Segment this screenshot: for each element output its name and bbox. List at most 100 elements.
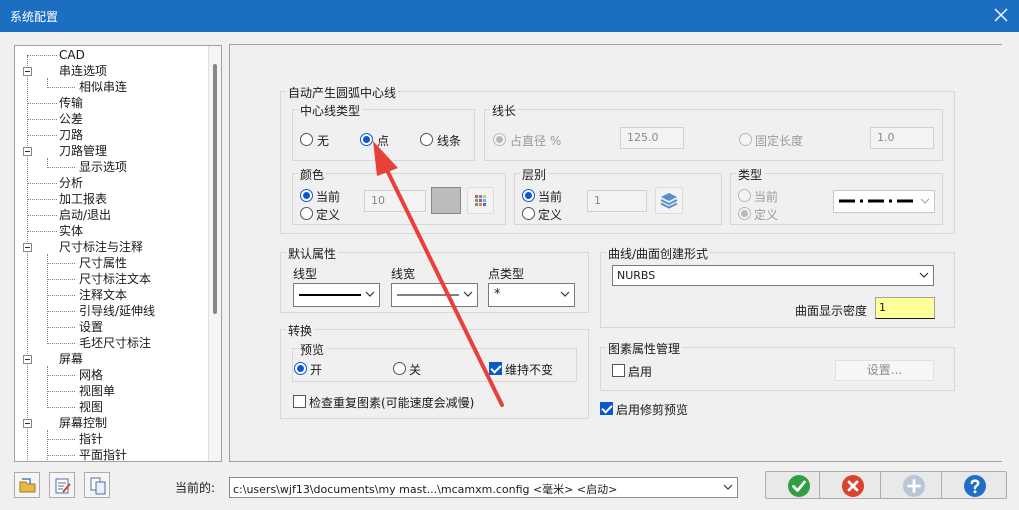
- tree-item-tolerance[interactable]: 公差: [59, 111, 83, 127]
- surface-creation-title: 曲线/曲面创建形式: [606, 245, 711, 262]
- open-config-button[interactable]: [14, 472, 40, 498]
- tree-item-toolpath-manager[interactable]: 刀路管理: [59, 143, 107, 159]
- tree-item-dim-text[interactable]: 尺寸标注文本: [79, 271, 151, 287]
- cancel-button[interactable]: [819, 471, 885, 499]
- collapse-toggle[interactable]: [23, 67, 32, 76]
- preview-on-radio[interactable]: [294, 362, 307, 375]
- merge-config-button[interactable]: [84, 472, 110, 498]
- tree-item-settings[interactable]: 设置: [79, 319, 103, 335]
- type-define-radio[interactable]: [738, 207, 751, 220]
- plus-circle-icon: [903, 475, 925, 497]
- line-type-line-radio[interactable]: [420, 133, 433, 146]
- surface-density-label: 曲面显示密度: [795, 304, 868, 318]
- length-diameter-input[interactable]: 125.0: [620, 127, 684, 149]
- type-current-radio[interactable]: [738, 189, 751, 202]
- tree-item-screen[interactable]: 屏幕: [59, 351, 83, 367]
- tree-connector: [47, 87, 75, 88]
- length-diameter-radio[interactable]: [493, 133, 506, 146]
- collapse-toggle[interactable]: [23, 419, 32, 428]
- line-width-select[interactable]: [391, 283, 478, 307]
- preview-off-radio[interactable]: [393, 362, 406, 375]
- tree-scrollbar[interactable]: [208, 46, 221, 461]
- tree-item-chain-options[interactable]: 串连选项: [59, 63, 107, 79]
- tree-item-screen-control[interactable]: 屏幕控制: [59, 415, 107, 431]
- tree-item-dim-attributes[interactable]: 尺寸属性: [79, 255, 127, 271]
- tree-item-note-text[interactable]: 注释文本: [79, 287, 127, 303]
- point-type-select[interactable]: *: [488, 283, 575, 307]
- color-define-radio[interactable]: [300, 207, 313, 220]
- collapse-toggle[interactable]: [23, 355, 32, 364]
- preview-off-label: 关: [409, 363, 422, 377]
- window-title: 系统配置: [10, 10, 59, 24]
- length-fixed-input[interactable]: 1.0: [870, 127, 934, 149]
- level-current-label: 当前: [538, 190, 563, 204]
- tree-connector: [47, 279, 75, 280]
- collapse-toggle[interactable]: [23, 243, 32, 252]
- config-file-path: c:\users\wjf13\documents\my mast...\mcam…: [233, 483, 618, 496]
- entity-attribute-enable-checkbox[interactable]: [612, 364, 625, 377]
- tree-item-plane-pointer[interactable]: 平面指针: [79, 447, 127, 461]
- tree-scroll-thumb[interactable]: [213, 64, 217, 314]
- center-line-type-title: 中心线类型: [298, 102, 363, 119]
- tree-item-stock-dim[interactable]: 毛坯尺寸标注: [79, 335, 151, 351]
- tree-item-leaders[interactable]: 引导线/延伸线: [79, 303, 155, 319]
- tree-connector: [27, 119, 57, 120]
- check-duplicates-label: 检查重复图素(可能速度会减慢): [309, 396, 475, 410]
- settings-tree[interactable]: CAD 串连选项 相似串连 传输 公差 刀路 刀路管理 显示选项 分析 加工报表…: [14, 45, 222, 462]
- save-edit-icon: [55, 478, 71, 494]
- tree-item-cad[interactable]: CAD: [59, 47, 85, 63]
- tree-item-viewsheets[interactable]: 视图单: [79, 383, 115, 399]
- tree-item-similar-chain[interactable]: 相似串连: [79, 79, 127, 95]
- line-type-none-radio[interactable]: [300, 133, 313, 146]
- line-type-point-radio[interactable]: [360, 133, 373, 146]
- collapse-toggle[interactable]: [23, 147, 32, 156]
- tree-item-grid[interactable]: 网格: [79, 367, 103, 383]
- apply-button[interactable]: [880, 471, 946, 499]
- level-manager-button[interactable]: [655, 187, 683, 214]
- color-picker-button[interactable]: [467, 187, 494, 214]
- surface-density-input[interactable]: 1: [875, 297, 935, 319]
- color-define-label: 定义: [316, 208, 341, 222]
- line-style-label: 线型: [293, 267, 318, 281]
- tree-item-display-options[interactable]: 显示选项: [79, 159, 127, 175]
- tree-guide-line: [47, 254, 48, 344]
- tree-item-report[interactable]: 加工报表: [59, 191, 107, 207]
- tree-item-dimensioning[interactable]: 尺寸标注与注释: [59, 239, 143, 255]
- help-button[interactable]: [941, 471, 1007, 499]
- chevron-down-icon: [560, 291, 570, 297]
- close-button[interactable]: [989, 3, 1013, 27]
- level-value-input[interactable]: 1: [587, 190, 647, 212]
- tree-connector: [47, 407, 75, 408]
- tree-connector: [27, 183, 57, 184]
- title-bar: 系统配置: [0, 0, 1019, 32]
- trim-preview-checkbox[interactable]: [600, 402, 613, 415]
- tree-connector: [47, 311, 75, 312]
- tree-item-transfer[interactable]: 传输: [59, 95, 83, 111]
- line-length-title: 线长: [490, 102, 519, 119]
- solid-line-icon: [299, 294, 361, 296]
- color-current-radio[interactable]: [300, 189, 313, 202]
- tree-item-analysis[interactable]: 分析: [59, 175, 83, 191]
- tree-item-toolpath[interactable]: 刀路: [59, 127, 83, 143]
- length-fixed-radio[interactable]: [739, 133, 752, 146]
- surface-form-select[interactable]: NURBS: [612, 265, 934, 286]
- level-current-radio[interactable]: [522, 189, 535, 202]
- config-file-select[interactable]: c:\users\wjf13\documents\my mast...\mcam…: [229, 477, 738, 498]
- cancel-circle-icon: [842, 475, 864, 497]
- check-duplicates-checkbox[interactable]: [293, 395, 306, 408]
- color-swatch[interactable]: [431, 187, 461, 214]
- level-define-radio[interactable]: [522, 207, 535, 220]
- tree-item-solids[interactable]: 实体: [59, 223, 83, 239]
- line-style-select[interactable]: [293, 283, 380, 307]
- save-config-button[interactable]: [49, 472, 75, 498]
- tree-item-view[interactable]: 视图: [79, 399, 103, 415]
- tree-item-pointer[interactable]: 指针: [79, 431, 103, 447]
- color-value-input[interactable]: 10: [364, 190, 426, 212]
- copy-document-icon: [90, 477, 106, 495]
- center-line-style-select[interactable]: [833, 190, 935, 213]
- panel-scrollbar[interactable]: [1002, 44, 1016, 462]
- level-title: 层别: [520, 166, 549, 183]
- entity-attribute-settings-button[interactable]: 设置...: [835, 360, 934, 381]
- keep-unchanged-checkbox[interactable]: [489, 362, 502, 375]
- tree-item-startup[interactable]: 启动/退出: [59, 207, 111, 223]
